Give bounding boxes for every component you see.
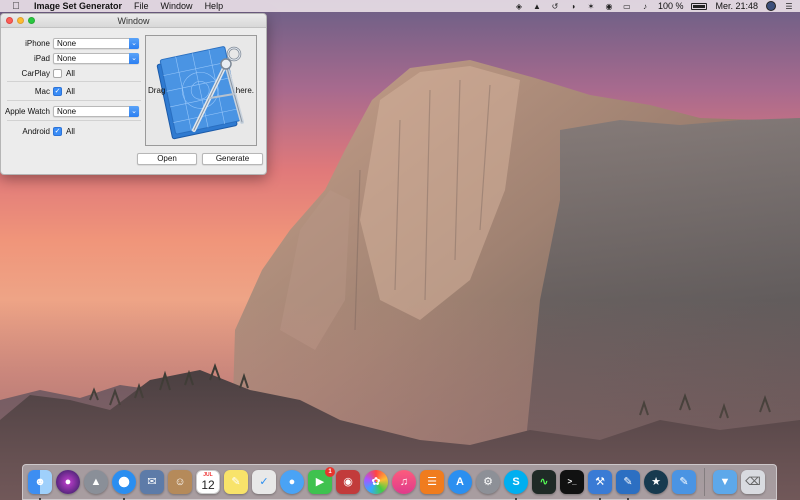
ipad-select[interactable]: None ⌄ [53, 52, 139, 64]
drop-hint-here: here. [235, 86, 254, 95]
ipad-label: iPad [33, 53, 50, 63]
activity-monitor-icon[interactable]: ∿ [532, 470, 556, 494]
minimize-button[interactable] [17, 17, 24, 24]
system-preferences-icon[interactable]: ⚙ [476, 470, 500, 494]
time-machine-icon[interactable]: ↺ [550, 2, 560, 11]
menu-help[interactable]: Help [205, 1, 224, 11]
launchpad-icon[interactable]: ▲ [84, 470, 108, 494]
carplay-all-label[interactable]: All [66, 69, 75, 78]
iphone-label: iPhone [25, 38, 50, 48]
facetime-badge: 1 [325, 467, 335, 477]
separator [7, 120, 141, 121]
facetime-icon[interactable]: ▶ 1 [308, 467, 335, 494]
xcode-icon[interactable]: ⚒ [588, 470, 612, 500]
window-title: Window [117, 16, 150, 26]
contacts-icon[interactable]: ☺ [168, 470, 192, 494]
separator [7, 100, 141, 101]
menubar-clock[interactable]: Mer. 21:48 [715, 1, 758, 11]
messages-icon[interactable]: ● [280, 470, 304, 494]
skype-icon[interactable]: S [504, 470, 528, 500]
trash-icon[interactable]: ⌫ [741, 470, 765, 494]
terminal-icon[interactable]: >_ [560, 470, 584, 494]
downloads-folder-icon[interactable]: ▼ [713, 470, 737, 494]
finder-icon[interactable]: ☻ [28, 470, 52, 500]
android-all-label[interactable]: All [66, 127, 75, 136]
window-controls [6, 17, 35, 24]
android-row: Android ✓ All [1, 124, 75, 138]
chevron-down-icon: ⌄ [129, 52, 139, 64]
mac-row: Mac ✓ All [1, 84, 75, 98]
airplay-icon[interactable]: ▭ [622, 2, 632, 11]
zoom-button[interactable] [28, 17, 35, 24]
safari-icon[interactable]: ➤ [112, 470, 136, 500]
app-window: Window iPhone None ⌄ iPad None ⌄ CarPlay… [0, 13, 267, 175]
blueprint-app-icon[interactable]: ✎ [672, 470, 696, 494]
iphone-row: iPhone None ⌄ [1, 36, 139, 50]
android-all-checkbox[interactable]: ✓ [53, 126, 62, 136]
reminders-icon[interactable]: ✓ [252, 470, 276, 494]
bluetooth-icon[interactable]: ✶ [586, 2, 596, 11]
menu-file[interactable]: File [134, 1, 149, 11]
wifi-icon[interactable]: ◉ [604, 2, 614, 11]
notes-icon[interactable]: ✎ [224, 470, 248, 494]
dropbox-icon[interactable]: ◈ [514, 2, 524, 11]
drop-hint-drag: Drag [148, 86, 166, 95]
photo-booth-icon[interactable]: ◉ [336, 470, 360, 494]
itunes-icon[interactable]: ♫ [392, 470, 416, 494]
moon-icon[interactable]: ◑ [568, 2, 578, 11]
window-titlebar[interactable]: Window [1, 14, 266, 28]
app-store-icon[interactable]: A [448, 470, 472, 494]
status-area: ◈ ▲ ↺ ◑ ✶ ◉ ▭ ♪ 100 % Mer. 21:48 ☰ [514, 0, 794, 12]
apple-logo-icon[interactable]:  [8, 1, 24, 12]
ibooks-icon[interactable]: ☰ [420, 470, 444, 494]
dock: ☻ ● ▲ ➤ ✉ ☺ JUL 12 ✎ ✓ ● ▶ 1 ◉ ✿ ♫ ☰ A ⚙ … [22, 464, 777, 500]
apple-watch-label: Apple Watch [4, 106, 50, 116]
notification-center-icon[interactable]: ☰ [784, 2, 794, 11]
ipad-row: iPad None ⌄ [1, 51, 139, 65]
menu-window[interactable]: Window [161, 1, 193, 11]
mac-all-checkbox[interactable]: ✓ [53, 86, 62, 96]
android-label: Android [22, 126, 50, 136]
chevron-down-icon: ⌄ [129, 37, 139, 49]
warning-icon[interactable]: ▲ [532, 2, 542, 11]
carplay-row: CarPlay All [1, 66, 75, 80]
battery-percent[interactable]: 100 % [658, 1, 684, 11]
image-drop-zone[interactable]: Drag here. [145, 35, 257, 146]
apple-watch-row: Apple Watch None ⌄ [1, 104, 139, 118]
calendar-day: 12 [201, 478, 215, 492]
sourcetree-icon[interactable]: ★ [644, 470, 668, 494]
battery-icon[interactable] [691, 2, 708, 10]
dock-divider [704, 468, 705, 496]
apple-watch-select[interactable]: None ⌄ [53, 105, 139, 117]
iphone-select-value: None [57, 38, 77, 48]
calendar-icon[interactable]: JUL 12 [196, 470, 220, 494]
siri-icon[interactable]: ● [56, 470, 80, 494]
ipad-select-value: None [57, 53, 77, 63]
close-button[interactable] [6, 17, 13, 24]
menu-app-name[interactable]: Image Set Generator [34, 1, 122, 11]
user-avatar-icon[interactable] [766, 1, 776, 11]
mail-icon[interactable]: ✉ [140, 470, 164, 494]
iphone-select[interactable]: None ⌄ [53, 37, 139, 49]
image-set-generator-icon[interactable]: ✎ [616, 470, 640, 500]
apple-watch-select-value: None [57, 106, 77, 116]
mac-all-label[interactable]: All [66, 87, 75, 96]
carplay-label: CarPlay [21, 68, 50, 78]
generate-button[interactable]: Generate [202, 153, 263, 165]
mac-label: Mac [34, 86, 50, 96]
photos-icon[interactable]: ✿ [364, 470, 388, 494]
volume-icon[interactable]: ♪ [640, 2, 650, 11]
separator [7, 81, 141, 82]
open-button[interactable]: Open [137, 153, 197, 165]
carplay-all-checkbox[interactable] [53, 68, 62, 78]
chevron-down-icon: ⌄ [129, 105, 139, 117]
menu-bar:  Image Set Generator File Window Help ◈… [0, 0, 800, 12]
